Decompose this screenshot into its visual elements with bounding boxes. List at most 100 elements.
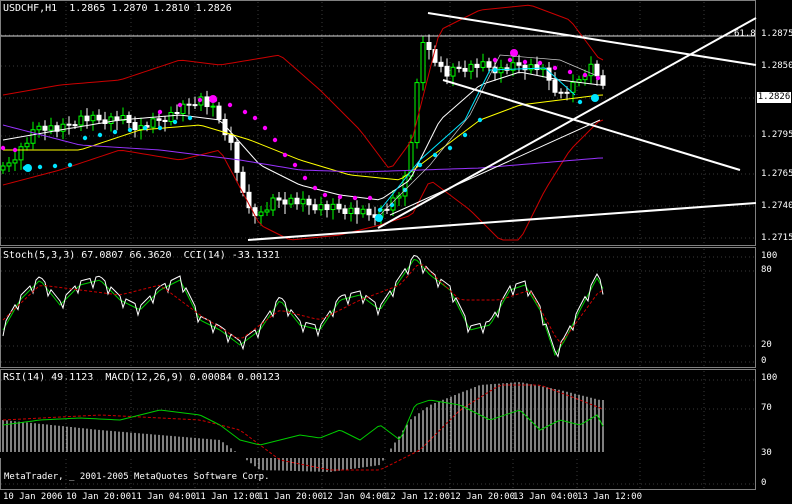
candle-body	[516, 62, 522, 66]
parabolic-sar-highlight	[24, 164, 32, 172]
time-tick: 11 Jan 12:00	[195, 492, 261, 502]
candle-body	[468, 63, 474, 72]
parabolic-sar-dot	[0, 145, 6, 151]
candle-body	[12, 159, 18, 164]
candle-body	[570, 81, 576, 93]
candle-body	[456, 66, 462, 69]
chart-window: USDCHF,H1 1.2865 1.2870 1.2810 1.2826 St…	[0, 0, 792, 504]
candle-body	[486, 61, 492, 68]
parabolic-sar-dot	[97, 132, 103, 138]
parabolic-sar-dot	[172, 119, 178, 125]
candle-body	[0, 165, 6, 171]
parabolic-sar-dot	[582, 72, 588, 78]
parabolic-sar-dot	[157, 125, 163, 131]
candle-body	[96, 114, 102, 121]
candlesticks	[0, 34, 606, 228]
candle-body	[216, 105, 222, 120]
parabolic-sar-dot	[477, 117, 483, 123]
candle-body	[132, 122, 138, 130]
price-tick: 1.2740	[761, 201, 792, 211]
stoch-tick: 100	[761, 251, 778, 261]
stoch-tick: 0	[761, 356, 767, 366]
rsi-tick: 100	[761, 373, 778, 383]
parabolic-sar-dot	[567, 69, 573, 75]
candle-body	[66, 123, 72, 126]
parabolic-sar-dot	[157, 109, 163, 115]
parabolic-sar-dot	[522, 59, 528, 65]
rsi-tick: 70	[761, 403, 772, 413]
parabolic-sar-dot	[352, 195, 358, 201]
stoch-tick: 80	[761, 265, 772, 275]
candle-body	[228, 134, 234, 143]
moving-average-purple	[2, 124, 604, 173]
parabolic-sar-dot	[312, 185, 318, 191]
candle-body	[600, 75, 606, 86]
price-tick: 1.2765	[761, 169, 792, 179]
candle-body	[330, 203, 336, 211]
candle-body	[336, 203, 342, 210]
candle-body	[162, 119, 168, 123]
parabolic-sar-dot	[322, 192, 328, 198]
stoch-tick: 20	[761, 340, 772, 350]
chart-drawing	[0, 2, 757, 488]
candle-body	[72, 124, 78, 127]
parabolic-sar-dot	[187, 115, 193, 121]
candle-body	[30, 129, 36, 144]
candle-body	[438, 61, 444, 67]
trendline-fan	[389, 119, 601, 216]
parabolic-sar-dot	[302, 175, 308, 181]
price-tick: 1.2850	[761, 61, 792, 71]
candle-body	[354, 207, 360, 215]
parabolic-sar-dot	[252, 115, 258, 121]
candle-body	[426, 42, 432, 50]
candle-body	[564, 91, 570, 94]
parabolic-sar-dot	[507, 57, 513, 63]
macd-zero-gap	[0, 452, 755, 458]
candle-body	[186, 103, 192, 106]
candle-body	[594, 63, 600, 77]
rsi-line	[2, 399, 604, 446]
candle-body	[312, 204, 318, 211]
parabolic-sar-highlight	[375, 214, 383, 222]
parabolic-sar-dot	[262, 125, 268, 131]
candle-body	[258, 211, 264, 217]
candle-body	[192, 104, 198, 107]
parabolic-sar-dot	[282, 152, 288, 158]
candle-body	[18, 146, 24, 161]
parabolic-sar-dot	[337, 194, 343, 200]
candle-body	[150, 118, 156, 128]
candle-body	[348, 207, 354, 214]
price-tick: 1.2715	[761, 233, 792, 243]
time-tick: 13 Jan 12:00	[577, 492, 643, 502]
parabolic-sar-dot	[82, 135, 88, 141]
candle-body	[414, 82, 420, 144]
candle-body	[324, 204, 330, 211]
parabolic-sar-dot	[242, 109, 248, 115]
candle-body	[78, 115, 84, 126]
candle-body	[498, 67, 504, 74]
price-tick: 1.2795	[761, 130, 792, 140]
parabolic-sar-dot	[12, 147, 18, 153]
candle-body	[462, 67, 468, 72]
price-tick: 1.2875	[761, 29, 792, 39]
time-tick: 11 Jan 20:00	[258, 492, 324, 502]
candle-body	[282, 199, 288, 205]
parabolic-sar-dot	[367, 195, 373, 201]
parabolic-sar-dot	[417, 162, 423, 168]
parabolic-sar-dot	[272, 137, 278, 143]
candle-body	[318, 204, 324, 211]
time-tick: 10 Jan 2006	[3, 492, 63, 502]
parabolic-sar-dot	[292, 162, 298, 168]
candle-body	[210, 105, 216, 108]
parabolic-sar-dot	[52, 163, 58, 169]
candle-body	[294, 197, 300, 205]
parabolic-sar-dot	[177, 102, 183, 108]
parabolic-sar-dot	[67, 162, 73, 168]
candle-body	[36, 125, 42, 131]
parabolic-sar-dot	[197, 97, 203, 103]
candle-body	[204, 96, 210, 108]
candle-body	[6, 162, 12, 167]
candle-body	[264, 209, 270, 213]
parabolic-sar-dot	[537, 60, 543, 66]
parabolic-sar-dot	[462, 132, 468, 138]
